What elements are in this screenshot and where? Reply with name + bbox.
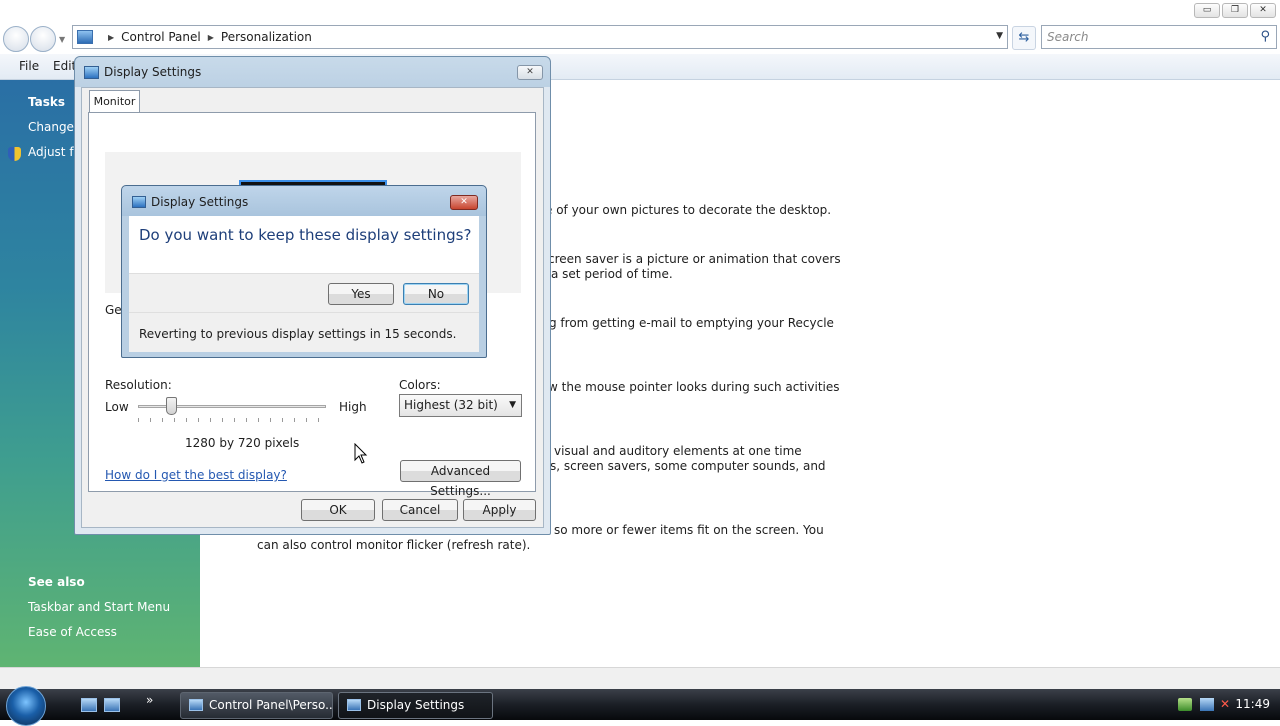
tab-monitor[interactable]: Monitor <box>89 90 140 113</box>
breadcrumb-personalization[interactable]: Personalization <box>221 30 312 44</box>
display-settings-description: so more or fewer items fit on the screen… <box>554 523 824 537</box>
chevron-right-icon[interactable]: ▶ <box>208 33 214 42</box>
theme-description-2: s, screen savers, some computer sounds, … <box>550 459 826 473</box>
forward-button[interactable] <box>30 26 56 52</box>
colors-select[interactable]: Highest (32 bit) ▼ <box>399 394 522 417</box>
desktop-background-description: e of your own pictures to decorate the d… <box>545 203 832 217</box>
switch-windows-icon[interactable] <box>104 698 120 712</box>
taskbar-item-label: Display Settings <box>367 698 465 712</box>
taskbar: » Control Panel\Perso... Display Setting… <box>0 686 1280 726</box>
no-button[interactable]: No <box>403 283 469 305</box>
address-bar[interactable]: ▶ Control Panel ▶ Personalization ▼ <box>72 25 1008 49</box>
ok-button[interactable]: OK <box>301 499 375 521</box>
screen-saver-description: creen saver is a picture or animation th… <box>548 252 841 266</box>
see-also-heading: See also <box>28 575 85 589</box>
confirm-button-area: Yes No Reverting to previous display set… <box>129 273 479 352</box>
taskbar-item-label: Control Panel\Perso... <box>209 698 333 712</box>
mouse-pointers-description: w the mouse pointer looks during such ac… <box>548 380 840 394</box>
control-panel-icon <box>189 699 203 711</box>
resolution-high-label: High <box>339 400 367 414</box>
menu-edit[interactable]: Edit <box>53 59 76 73</box>
search-placeholder: Search <box>1047 30 1089 44</box>
update-tray-icon[interactable] <box>1178 698 1192 711</box>
start-button[interactable] <box>6 686 46 726</box>
taskbar-item-display-settings[interactable]: Display Settings <box>338 692 493 719</box>
resolution-value: 1280 by 720 pixels <box>185 436 300 450</box>
revert-countdown-text: Reverting to previous display settings i… <box>139 327 457 341</box>
minimize-button[interactable]: ▭ <box>1194 3 1220 18</box>
display-settings-icon <box>347 699 361 711</box>
quick-launch-chevron-icon[interactable]: » <box>146 693 153 707</box>
resolution-slider-ticks <box>138 418 326 422</box>
confirm-close-button[interactable]: ✕ <box>450 195 478 210</box>
confirm-question: Do you want to keep these display settin… <box>139 226 472 244</box>
confirm-message-area: Do you want to keep these display settin… <box>129 216 479 273</box>
search-input[interactable]: Search ⚲ <box>1041 25 1277 49</box>
window-titlebar: ▭ ❐ ✕ <box>0 0 1280 22</box>
dialog-title: Display Settings <box>104 65 202 79</box>
screen-saver-description-2: a set period of time. <box>551 267 673 281</box>
resolution-label: Resolution: <box>105 378 172 392</box>
dropdown-arrow-icon: ▼ <box>509 400 516 410</box>
clock[interactable]: 11:49 <box>1235 697 1270 711</box>
colors-label: Colors: <box>399 378 441 392</box>
advanced-settings-button[interactable]: Advanced Settings... <box>400 460 521 498</box>
divider <box>129 312 479 313</box>
recent-pages-dropdown-icon[interactable]: ▼ <box>59 35 65 44</box>
display-settings-icon <box>84 66 99 79</box>
breadcrumb-control-panel[interactable]: Control Panel <box>121 30 201 44</box>
see-also-taskbar-link[interactable]: Taskbar and Start Menu <box>28 600 170 614</box>
chevron-right-icon[interactable]: ▶ <box>108 33 114 42</box>
show-desktop-icon[interactable] <box>81 698 97 712</box>
apply-button[interactable]: Apply <box>463 499 536 521</box>
taskbar-item-control-panel[interactable]: Control Panel\Perso... <box>180 692 333 719</box>
sounds-description: g from getting e-mail to emptying your R… <box>549 316 834 330</box>
task-link-adjust[interactable]: Adjust fo <box>28 145 81 159</box>
tasks-heading: Tasks <box>28 95 66 109</box>
address-row: ▼ ▶ Control Panel ▶ Personalization ▼ ⇆ … <box>0 22 1280 54</box>
theme-description: visual and auditory elements at one time <box>554 444 802 458</box>
cancel-button[interactable]: Cancel <box>382 499 458 521</box>
volume-muted-icon[interactable]: ✕ <box>1218 698 1232 711</box>
yes-button[interactable]: Yes <box>328 283 394 305</box>
menu-file[interactable]: File <box>19 59 39 73</box>
resolution-slider-thumb[interactable] <box>166 397 178 415</box>
control-panel-icon <box>77 30 93 44</box>
see-also-ease-link[interactable]: Ease of Access <box>28 625 117 639</box>
refresh-icon[interactable]: ⇆ <box>1012 26 1036 50</box>
search-icon[interactable]: ⚲ <box>1260 26 1270 48</box>
address-dropdown-icon[interactable]: ▼ <box>996 31 1003 41</box>
display-settings-description-2: can also control monitor flicker (refres… <box>257 538 531 552</box>
uac-shield-icon <box>8 147 21 161</box>
close-window-button[interactable]: ✕ <box>1250 3 1276 18</box>
resolution-low-label: Low <box>105 400 129 414</box>
status-bar <box>0 667 1280 689</box>
confirm-dialog-title: Display Settings <box>151 195 249 209</box>
back-button[interactable] <box>3 26 29 52</box>
keep-settings-dialog: Display Settings ✕ Do you want to keep t… <box>121 185 487 358</box>
display-settings-icon <box>132 196 146 208</box>
maximize-button[interactable]: ❐ <box>1222 3 1248 18</box>
network-tray-icon[interactable] <box>1200 698 1214 711</box>
best-display-help-link[interactable]: How do I get the best display? <box>105 468 287 482</box>
colors-select-value: Highest (32 bit) <box>404 398 498 412</box>
mouse-cursor-icon <box>354 443 368 464</box>
dialog-close-button[interactable]: ✕ <box>517 65 543 80</box>
